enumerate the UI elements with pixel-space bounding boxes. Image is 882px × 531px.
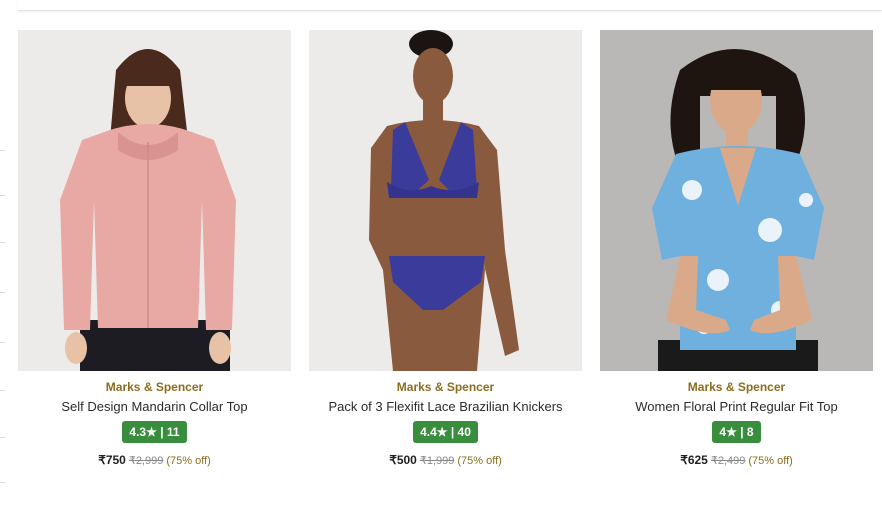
product-grid: Marks & Spencer Self Design Mandarin Col… xyxy=(18,30,882,470)
product-brand[interactable]: Marks & Spencer xyxy=(309,380,582,394)
product-image[interactable] xyxy=(18,30,291,371)
filter-bar xyxy=(18,0,882,11)
product-title[interactable]: Pack of 3 Flexifit Lace Brazilian Knicke… xyxy=(309,399,582,414)
price-row: ₹500 ₹1,999 (75% off) xyxy=(309,453,582,467)
product-image[interactable] xyxy=(309,30,582,371)
original-price: ₹1,999 xyxy=(419,455,455,467)
product-brand[interactable]: Marks & Spencer xyxy=(600,380,873,394)
discount-label: (75% off) xyxy=(166,455,211,467)
price-row: ₹750 ₹2,999 (75% off) xyxy=(18,453,291,467)
original-price: ₹2,499 xyxy=(710,455,746,467)
left-edge-ticks xyxy=(0,0,8,531)
selling-price: ₹625 xyxy=(680,453,708,467)
price-row: ₹625 ₹2,499 (75% off) xyxy=(600,453,873,467)
original-price: ₹2,999 xyxy=(128,455,164,467)
discount-label: (75% off) xyxy=(748,455,793,467)
rating-badge: 4.3★ | 11 xyxy=(122,421,187,443)
rating-badge: 4★ | 8 xyxy=(712,421,761,443)
product-title[interactable]: Women Floral Print Regular Fit Top xyxy=(600,399,873,414)
product-title[interactable]: Self Design Mandarin Collar Top xyxy=(18,399,291,414)
discount-label: (75% off) xyxy=(457,455,502,467)
product-brand[interactable]: Marks & Spencer xyxy=(18,380,291,394)
product-card[interactable]: Marks & Spencer Self Design Mandarin Col… xyxy=(18,30,291,470)
product-image[interactable] xyxy=(600,30,873,371)
selling-price: ₹500 xyxy=(389,453,417,467)
product-card[interactable]: Marks & Spencer Pack of 3 Flexifit Lace … xyxy=(309,30,582,470)
rating-badge: 4.4★ | 40 xyxy=(413,421,478,443)
selling-price: ₹750 xyxy=(98,453,126,467)
product-card[interactable]: Marks & Spencer Women Floral Print Regul… xyxy=(600,30,873,470)
